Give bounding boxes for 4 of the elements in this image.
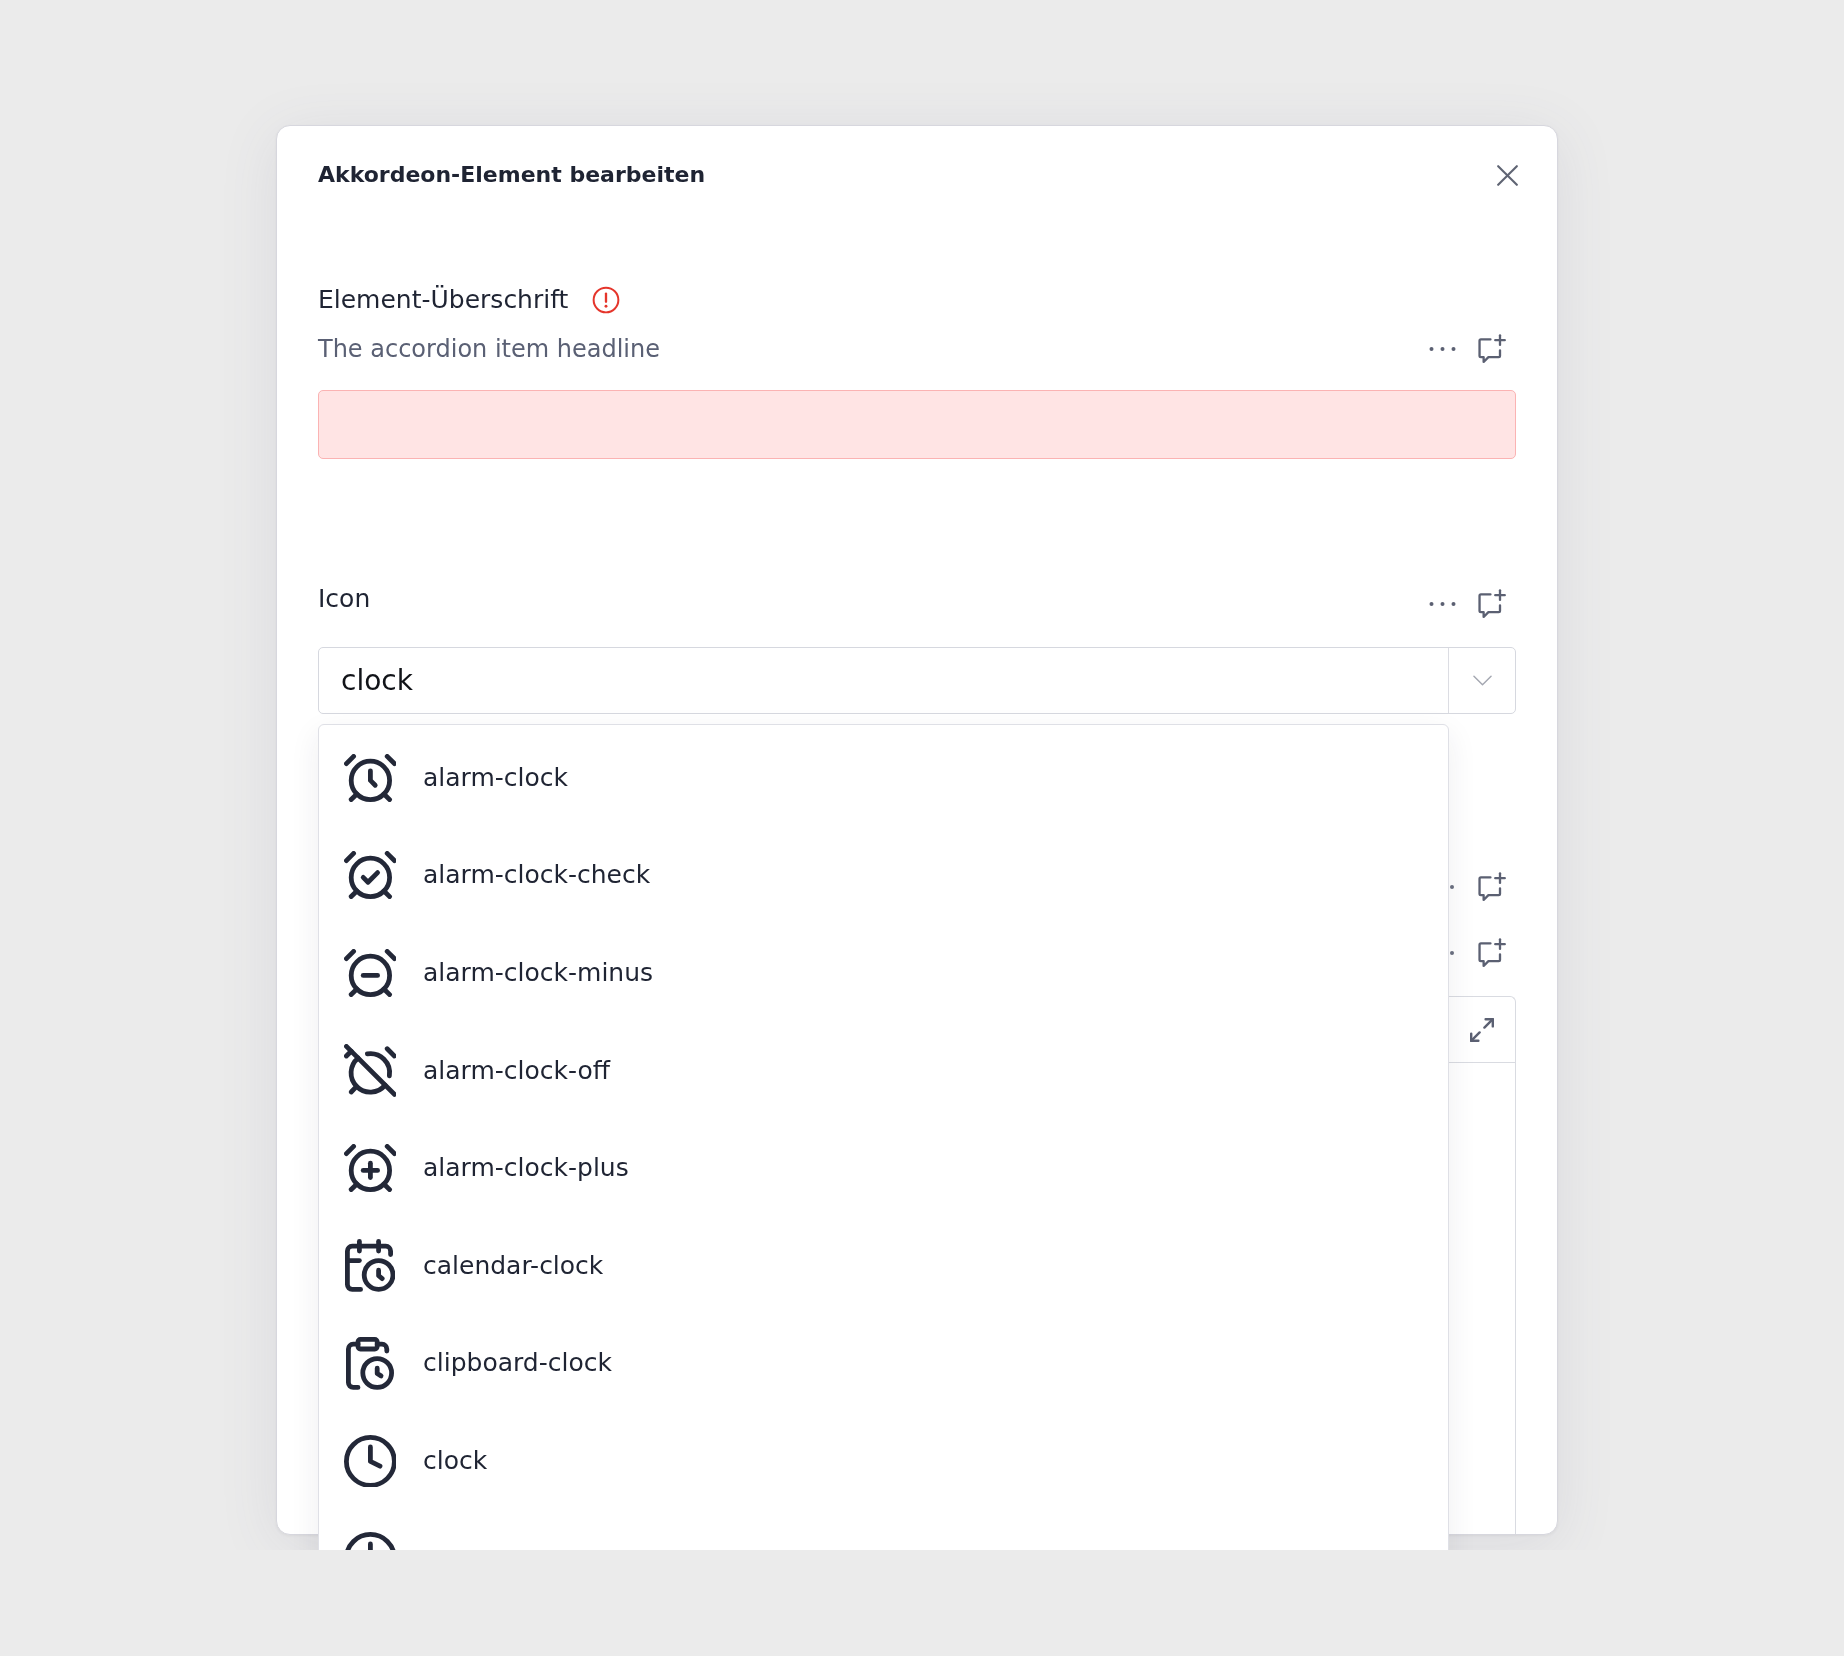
- field-description: The accordion item headline: [318, 334, 660, 364]
- field-label: Icon: [318, 584, 371, 614]
- dialog-title: Akkordeon-Element bearbeiten: [318, 161, 706, 189]
- field-label: Element-Überschrift: [318, 285, 569, 315]
